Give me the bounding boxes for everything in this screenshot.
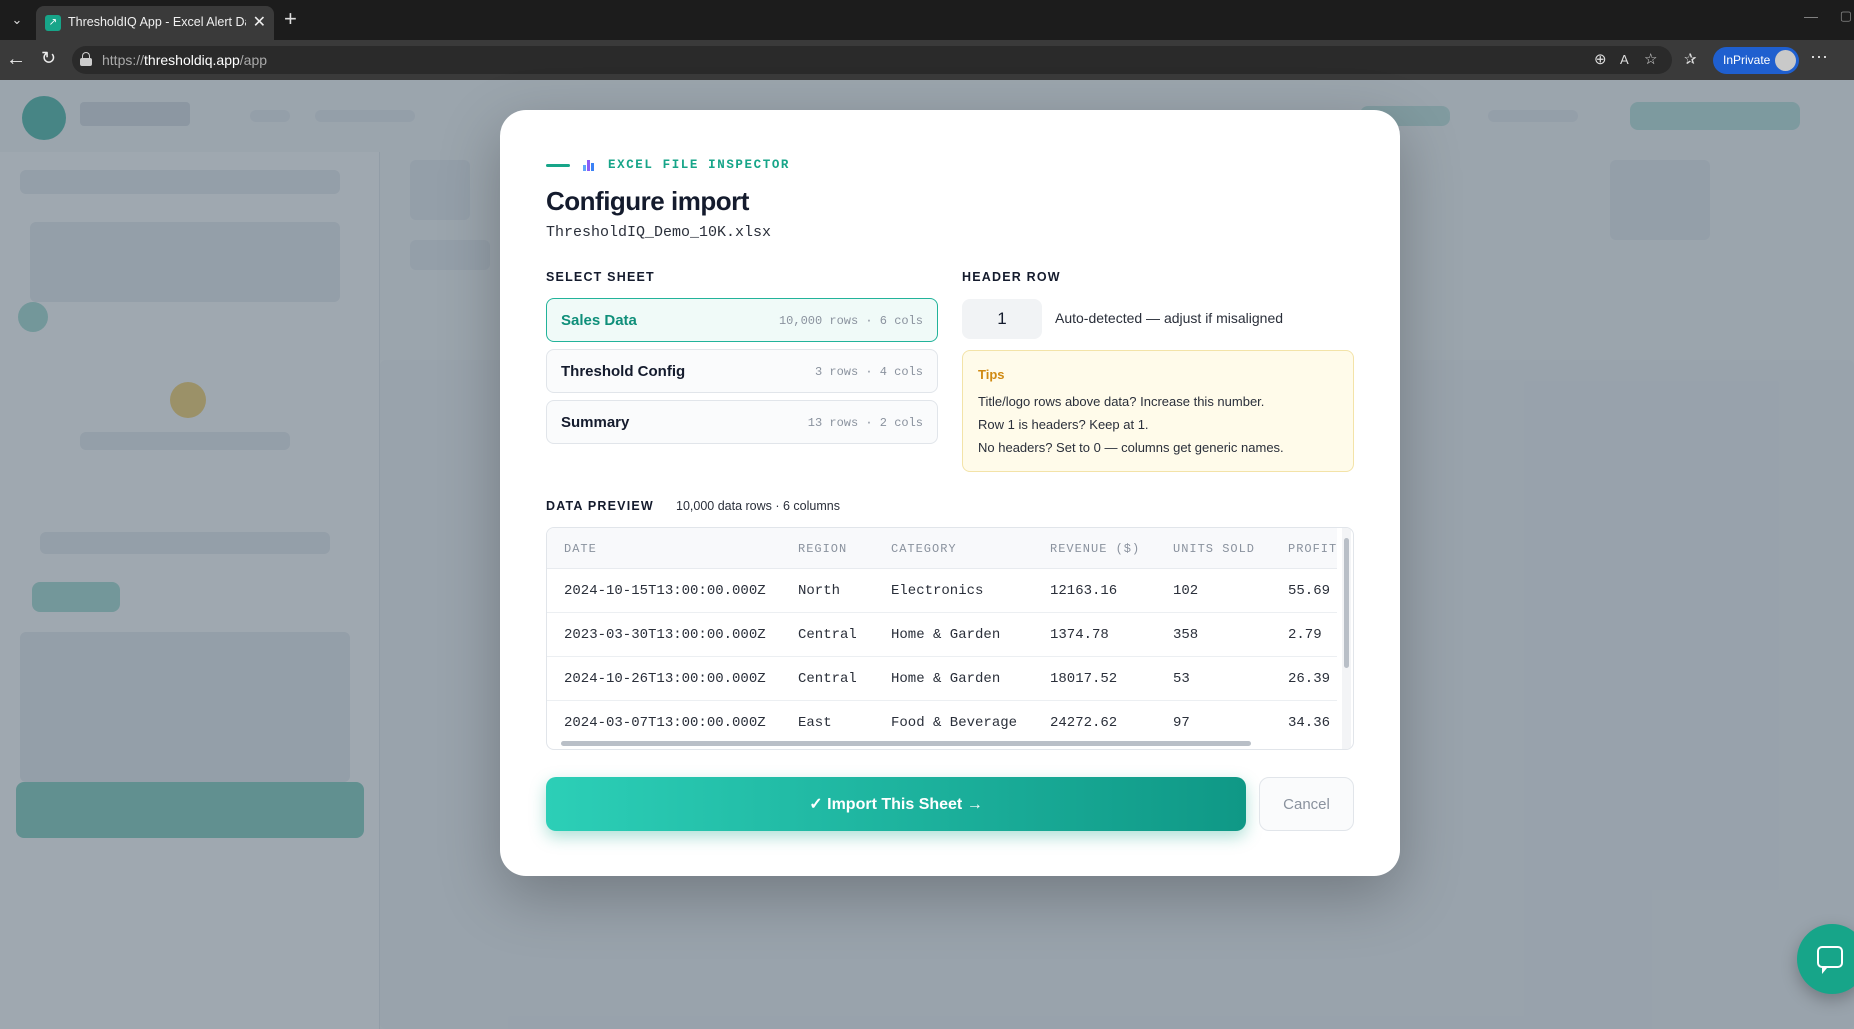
url-path: /app	[239, 52, 268, 68]
tab-favicon-icon: ↗	[45, 15, 61, 31]
table-row: 2024-03-07T13:00:00.000Z East Food & Bev…	[547, 701, 1337, 745]
browser-tab-bar: ⌄ ↗ ThresholdIQ App - Excel Alert Dashbo…	[0, 0, 1854, 40]
table-cell: Home & Garden	[891, 627, 1001, 643]
table-row: 2023-03-30T13:00:00.000Z Central Home & …	[547, 613, 1337, 657]
table-cell: Food & Beverage	[891, 715, 1018, 731]
table-cell: 102	[1173, 583, 1199, 599]
sheet-meta: 10,000 rows · 6 cols	[778, 314, 923, 328]
sheet-name: Threshold Config	[561, 363, 686, 380]
tab-list-chevron-icon[interactable]: ⌄	[6, 9, 28, 31]
cancel-button[interactable]: Cancel	[1259, 777, 1354, 831]
inprivate-label: InPrivate	[1723, 53, 1771, 67]
eyebrow-text: EXCEL FILE INSPECTOR	[608, 158, 791, 172]
tips-box: Tips Title/logo rows above data? Increas…	[962, 350, 1354, 472]
bar-chart-icon	[583, 159, 595, 171]
column-header: CATEGORY	[891, 542, 957, 556]
table-cell: 2024-10-26T13:00:00.000Z	[564, 671, 766, 687]
table-cell: 12163.16	[1050, 583, 1118, 599]
table-cell: 53	[1173, 671, 1190, 687]
horizontal-scrollbar[interactable]	[561, 741, 1251, 746]
table-cell: 2.79	[1288, 627, 1322, 643]
data-preview-stats: 10,000 data rows · 6 columns	[676, 499, 840, 513]
sheet-option-sales-data[interactable]: Sales Data 10,000 rows · 6 cols	[546, 298, 938, 342]
reload-icon[interactable]: ↻	[41, 48, 56, 69]
table-header-row: DATE REGION CATEGORY REVENUE ($) UNITS S…	[547, 528, 1337, 569]
header-row-hint: Auto-detected — adjust if misaligned	[1055, 310, 1284, 326]
table-cell: 2024-10-15T13:00:00.000Z	[564, 583, 766, 599]
table-cell: East	[798, 715, 832, 731]
inprivate-badge[interactable]: InPrivate	[1713, 47, 1799, 74]
read-aloud-icon[interactable]: A	[1620, 52, 1629, 67]
table-cell: Home & Garden	[891, 671, 1001, 687]
window-minimize-icon[interactable]: —	[1804, 8, 1818, 24]
zoom-icon[interactable]: ⊕	[1594, 50, 1607, 68]
tips-line: Title/logo rows above data? Increase thi…	[978, 394, 1265, 409]
column-header: DATE	[564, 542, 597, 556]
profile-avatar	[1775, 50, 1796, 71]
url-prefix: https://	[102, 52, 145, 68]
sheet-option-summary[interactable]: Summary 13 rows · 2 cols	[546, 400, 938, 444]
sheet-option-threshold-config[interactable]: Threshold Config 3 rows · 4 cols	[546, 349, 938, 393]
header-row-input[interactable]	[962, 299, 1042, 339]
table-cell: Central	[798, 671, 857, 687]
table-cell: Electronics	[891, 583, 984, 599]
table-cell: 55.69	[1288, 583, 1331, 599]
tips-line: No headers? Set to 0 — columns get gener…	[978, 440, 1284, 455]
column-header: UNITS SOLD	[1173, 542, 1256, 556]
table-cell: 2023-03-30T13:00:00.000Z	[564, 627, 766, 643]
table-cell: 1374.78	[1050, 627, 1109, 643]
file-name: ThresholdIQ_Demo_10K.xlsx	[546, 224, 772, 241]
import-sheet-button[interactable]: ✓ Import This Sheet →	[546, 777, 1246, 831]
tab-close-icon[interactable]: ✕	[253, 12, 266, 32]
window-maximize-icon[interactable]: ▢	[1840, 8, 1852, 24]
eyebrow-accent-line	[546, 164, 570, 167]
vertical-scrollbar[interactable]	[1344, 538, 1349, 668]
sheet-meta: 3 rows · 4 cols	[814, 365, 923, 379]
data-preview-table[interactable]: DATE REGION CATEGORY REVENUE ($) UNITS S…	[546, 527, 1354, 750]
table-cell: 26.39	[1288, 671, 1331, 687]
table-row: 2024-10-26T13:00:00.000Z Central Home & …	[547, 657, 1337, 701]
table-cell: 2024-03-07T13:00:00.000Z	[564, 715, 766, 731]
tips-title: Tips	[978, 367, 1005, 382]
back-arrow-icon[interactable]: ←	[6, 48, 26, 71]
table-cell: Central	[798, 627, 857, 643]
chat-bubble-icon	[1817, 946, 1843, 974]
column-header: PROFIT	[1288, 542, 1338, 556]
browser-address-bar: ← ↻ https://thresholdiq.app/app ⊕ A ☆ ✰ …	[0, 40, 1854, 80]
import-modal: EXCEL FILE INSPECTOR Configure import Th…	[500, 110, 1400, 876]
lock-icon[interactable]	[80, 52, 92, 66]
column-header: REGION	[798, 542, 848, 556]
header-row-label: HEADER ROW	[962, 270, 1061, 284]
more-menu-icon[interactable]: ···	[1810, 46, 1828, 67]
table-cell: 34.36	[1288, 715, 1331, 731]
browser-tab-active[interactable]: ↗ ThresholdIQ App - Excel Alert Dashboar…	[36, 6, 274, 40]
new-tab-button[interactable]: +	[284, 6, 297, 32]
column-header: REVENUE ($)	[1050, 542, 1141, 556]
select-sheet-label: SELECT SHEET	[546, 270, 655, 284]
tab-title: ThresholdIQ App - Excel Alert Dashboard	[68, 15, 246, 29]
url-text[interactable]: https://thresholdiq.app/app	[102, 52, 267, 68]
url-field[interactable]: https://thresholdiq.app/app ⊕ A ☆	[72, 46, 1672, 74]
modal-title: Configure import	[546, 186, 749, 216]
sheet-meta: 13 rows · 2 cols	[807, 416, 923, 430]
table-cell: 97	[1173, 715, 1190, 731]
table-cell: 358	[1173, 627, 1199, 643]
table-row: 2024-10-15T13:00:00.000Z North Electroni…	[547, 569, 1337, 613]
table-cell: 24272.62	[1050, 715, 1118, 731]
favorite-star-icon[interactable]: ☆	[1644, 50, 1657, 68]
url-host: thresholdiq.app	[144, 52, 240, 68]
table-cell: North	[798, 583, 841, 599]
sheet-name: Summary	[561, 414, 630, 431]
sheet-name: Sales Data	[561, 312, 637, 329]
favorites-list-icon[interactable]: ✰	[1684, 50, 1697, 68]
table-cell: 18017.52	[1050, 671, 1118, 687]
data-preview-label: DATA PREVIEW	[546, 499, 654, 513]
tips-line: Row 1 is headers? Keep at 1.	[978, 417, 1149, 432]
